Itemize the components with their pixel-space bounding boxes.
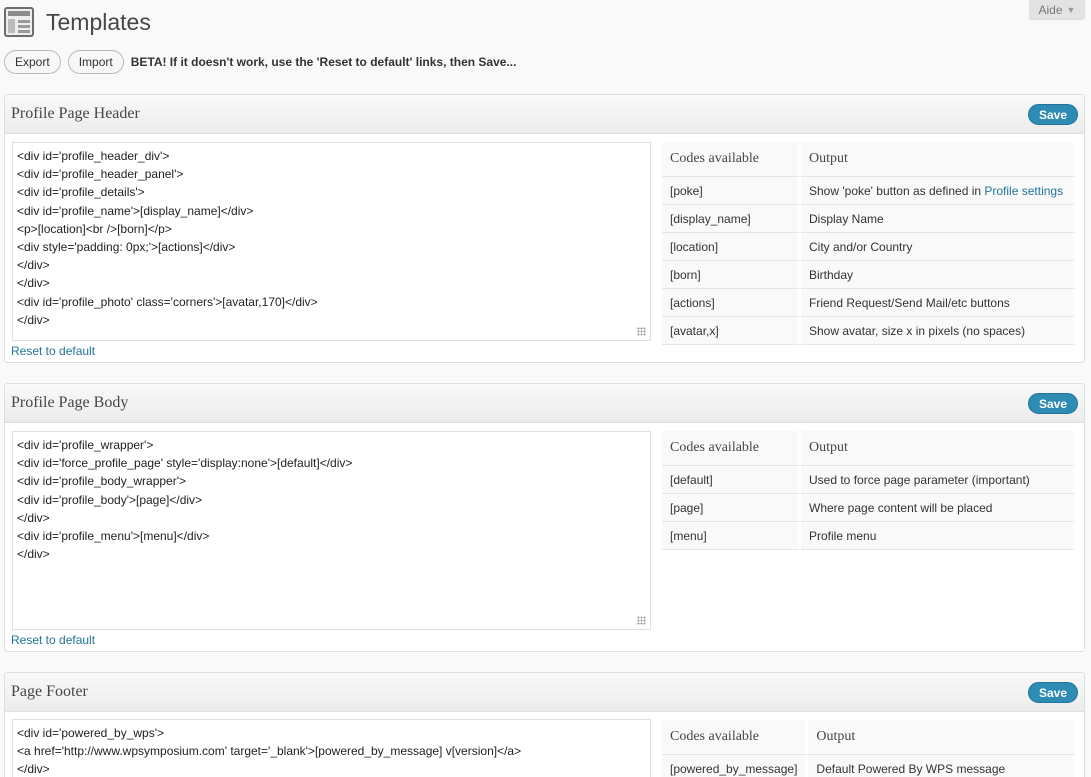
codes-header: Codes available: [662, 142, 801, 177]
export-button[interactable]: Export: [4, 50, 61, 74]
table-row: [default] Used to force page parameter (i…: [662, 466, 1076, 494]
save-button[interactable]: Save: [1028, 682, 1078, 703]
box-title: Profile Page Body: [11, 394, 129, 411]
codes-table: Codes available Output [powered_by_messa…: [662, 720, 1076, 777]
save-button[interactable]: Save: [1028, 393, 1078, 414]
code-cell: [poke]: [662, 177, 801, 205]
page-header: Templates: [4, 4, 151, 40]
output-cell: Display Name: [801, 205, 1076, 233]
toolbar: Export Import BETA! If it doesn't work, …: [4, 50, 516, 74]
box-header: Profile Page Header Save: [5, 95, 1084, 134]
output-cell: Profile menu: [801, 522, 1076, 550]
help-tab[interactable]: Aide ▼: [1029, 0, 1085, 20]
profile-page-body-box: Profile Page Body Save <div id='profile_…: [4, 383, 1085, 652]
codes-table: Codes available Output [default] Used to …: [662, 431, 1076, 550]
beta-notice: BETA! If it doesn't work, use the 'Reset…: [130, 55, 517, 69]
table-row: [actions] Friend Request/Send Mail/etc bu…: [662, 289, 1076, 317]
code-cell: [powered_by_message]: [662, 755, 809, 777]
box-header: Page Footer Save: [5, 673, 1084, 712]
codes-table-header: Codes available Output: [662, 431, 1076, 466]
output-cell: Default Powered By WPS message: [808, 755, 1076, 777]
reset-to-default-link[interactable]: Reset to default: [11, 344, 95, 358]
output-cell: Show 'poke' button as defined in Profile…: [801, 177, 1076, 205]
code-cell: [default]: [662, 466, 801, 494]
box-header: Profile Page Body Save: [5, 384, 1084, 423]
output-cell: Birthday: [801, 261, 1076, 289]
table-row: [display_name] Display Name: [662, 205, 1076, 233]
codes-table-header: Codes available Output: [662, 142, 1076, 177]
templates-icon: [4, 7, 34, 37]
box-title: Page Footer: [11, 683, 88, 700]
table-row: [avatar,x] Show avatar, size x in pixels …: [662, 317, 1076, 345]
table-row: [born] Birthday: [662, 261, 1076, 289]
output-cell: Where page content will be placed: [801, 494, 1076, 522]
output-cell: City and/or Country: [801, 233, 1076, 261]
reset-to-default-link[interactable]: Reset to default: [11, 633, 95, 647]
code-cell: [page]: [662, 494, 801, 522]
template-code[interactable]: <div id='profile_wrapper'> <div id='forc…: [13, 432, 650, 563]
codes-table: Codes available Output [poke] Show 'poke…: [662, 142, 1076, 345]
output-cell: Friend Request/Send Mail/etc buttons: [801, 289, 1076, 317]
table-row: [page] Where page content will be placed: [662, 494, 1076, 522]
page-title: Templates: [46, 8, 151, 35]
output-header: Output: [801, 142, 1076, 177]
code-cell: [born]: [662, 261, 801, 289]
codes-table-header: Codes available Output: [662, 720, 1076, 755]
page-footer-box: Page Footer Save <div id='powered_by_wps…: [4, 672, 1085, 777]
codes-header: Codes available: [662, 720, 809, 755]
import-button[interactable]: Import: [67, 50, 124, 74]
output-header: Output: [808, 720, 1076, 755]
profile-page-header-box: Profile Page Header Save <div id='profil…: [4, 94, 1085, 363]
table-row: [menu] Profile menu: [662, 522, 1076, 550]
code-cell: [display_name]: [662, 205, 801, 233]
template-editor[interactable]: <div id='powered_by_wps'> <a href='http:…: [12, 719, 651, 777]
output-cell: Show avatar, size x in pixels (no spaces…: [801, 317, 1076, 345]
help-label: Aide: [1038, 2, 1063, 17]
codes-header: Codes available: [662, 431, 801, 466]
template-editor[interactable]: <div id='profile_wrapper'> <div id='forc…: [12, 431, 651, 630]
code-cell: [actions]: [662, 289, 801, 317]
resize-handle-icon[interactable]: [637, 327, 646, 336]
table-row: [poke] Show 'poke' button as defined in …: [662, 177, 1076, 205]
code-cell: [avatar,x]: [662, 317, 801, 345]
profile-settings-link[interactable]: Profile settings: [984, 184, 1063, 198]
template-editor[interactable]: <div id='profile_header_div'> <div id='p…: [12, 142, 651, 341]
code-cell: [location]: [662, 233, 801, 261]
output-cell: Used to force page parameter (important): [801, 466, 1076, 494]
resize-handle-icon[interactable]: [637, 616, 646, 625]
box-title: Profile Page Header: [11, 105, 140, 122]
table-row: [powered_by_message] Default Powered By W…: [662, 755, 1076, 777]
output-header: Output: [801, 431, 1076, 466]
table-row: [location] City and/or Country: [662, 233, 1076, 261]
template-code[interactable]: <div id='profile_header_div'> <div id='p…: [13, 143, 650, 329]
save-button[interactable]: Save: [1028, 104, 1078, 125]
template-code[interactable]: <div id='powered_by_wps'> <a href='http:…: [13, 720, 650, 777]
dropdown-arrow-icon: ▼: [1066, 4, 1076, 15]
code-cell: [menu]: [662, 522, 801, 550]
